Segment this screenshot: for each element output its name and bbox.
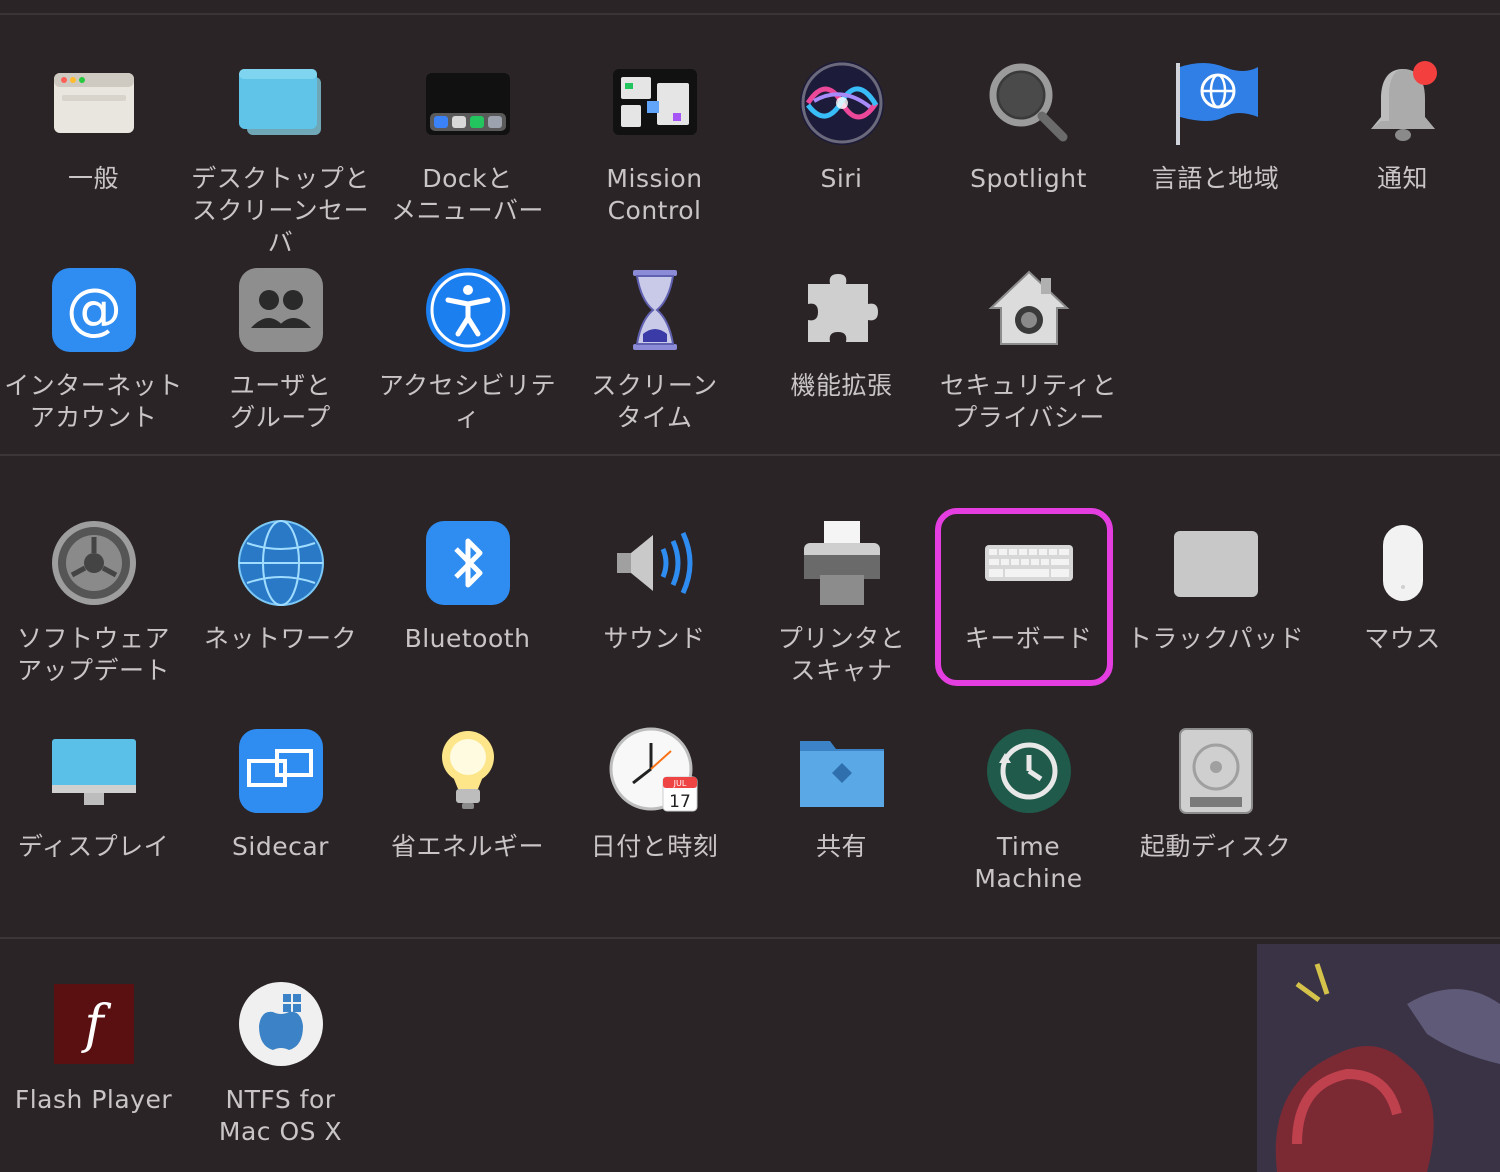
printer-icon: [794, 515, 890, 611]
pref-ntfs-for-mac[interactable]: NTFS for Mac OS X: [187, 976, 374, 1148]
house-lock-icon: [981, 262, 1077, 358]
desktop-screensaver-icon: [233, 55, 329, 151]
section-divider: [0, 937, 1500, 939]
pref-desktop-screensaver[interactable]: デスクトップと スクリーンセーバ: [187, 55, 374, 259]
pref-label: Flash Player: [14, 1085, 173, 1114]
bell-icon: [1355, 55, 1451, 151]
pref-sound[interactable]: サウンド: [561, 515, 748, 655]
pref-siri[interactable]: Siri: [748, 55, 935, 195]
pref-sidecar[interactable]: Sidecar: [187, 723, 374, 863]
pref-notifications[interactable]: 通知: [1309, 55, 1496, 195]
svg-text:17: 17: [669, 792, 691, 812]
pref-label: Bluetooth: [404, 624, 531, 653]
pref-screen-time[interactable]: スクリーン タイム: [561, 262, 748, 434]
pref-label: Sidecar: [232, 832, 329, 861]
users-icon: [233, 262, 329, 358]
pref-label: 日付と時刻: [590, 832, 719, 861]
speaker-icon: [607, 515, 703, 611]
pref-label: 省エネルギー: [390, 832, 544, 861]
display-icon: [46, 723, 142, 819]
time-machine-icon: [981, 723, 1077, 819]
pref-startup-disk[interactable]: 起動ディスク: [1122, 723, 1309, 863]
pref-software-update[interactable]: ソフトウェア アップデート: [0, 515, 187, 687]
sidecar-icon: [233, 723, 329, 819]
pref-general[interactable]: 一般: [0, 55, 187, 195]
network-globe-icon: [233, 515, 329, 611]
dock-icon: [420, 55, 516, 151]
pref-label: Dockと メニューバー: [391, 164, 544, 225]
pref-network[interactable]: ネットワーク: [187, 515, 374, 655]
pref-label: Siri: [820, 164, 863, 193]
bluetooth-icon: [420, 515, 516, 611]
trackpad-icon: [1168, 515, 1264, 611]
pref-label: 一般: [67, 164, 119, 193]
mission-control-icon: [607, 55, 703, 151]
pref-label: マウス: [1364, 624, 1441, 653]
pref-label: ソフトウェア アップデート: [16, 624, 170, 685]
ntfs-apple-icon: [233, 976, 329, 1072]
pref-time-machine[interactable]: Time Machine: [935, 723, 1122, 895]
pref-label: Spotlight: [970, 164, 1087, 193]
top-divider: [0, 13, 1500, 15]
pref-label: スクリーン タイム: [591, 371, 718, 432]
flag-globe-icon: [1168, 55, 1264, 151]
pref-sharing[interactable]: 共有: [748, 723, 935, 863]
pref-extensions[interactable]: 機能拡張: [748, 262, 935, 402]
pref-label: トラックパッド: [1126, 624, 1305, 653]
pref-printers-scanners[interactable]: プリンタと スキャナ: [748, 515, 935, 687]
at-sign-icon: @: [46, 262, 142, 358]
pref-label: デスクトップと スクリーンセーバ: [191, 164, 370, 257]
hourglass-icon: [607, 262, 703, 358]
pref-label: Time Machine: [974, 832, 1083, 893]
pref-label: Mission Control: [606, 164, 703, 225]
pref-label: インターネット アカウント: [4, 371, 183, 432]
clock-calendar-icon: JUL 17: [607, 723, 703, 819]
pref-label: プリンタと スキャナ: [777, 624, 906, 685]
pref-label: 通知: [1376, 164, 1428, 193]
pref-label: 言語と地域: [1151, 164, 1280, 193]
pref-spotlight[interactable]: Spotlight: [935, 55, 1122, 195]
gear-icon: [46, 515, 142, 611]
pref-users-groups[interactable]: ユーザと グループ: [187, 262, 374, 434]
pref-flash-player[interactable]: f Flash Player: [0, 976, 187, 1116]
pref-label: セキュリティと プライバシー: [939, 371, 1117, 432]
pref-trackpad[interactable]: トラックパッド: [1122, 515, 1309, 655]
pref-security-privacy[interactable]: セキュリティと プライバシー: [935, 262, 1122, 434]
siri-icon: [794, 55, 890, 151]
pref-label: 機能拡張: [790, 371, 893, 400]
lightbulb-icon: [420, 723, 516, 819]
decorative-apple-illustration: [1257, 944, 1500, 1172]
general-icon: [46, 55, 142, 151]
pref-label: NTFS for Mac OS X: [218, 1085, 343, 1146]
pref-energy-saver[interactable]: 省エネルギー: [374, 723, 561, 863]
pref-label: 共有: [815, 832, 867, 861]
pref-label: ネットワーク: [203, 624, 357, 653]
puzzle-icon: [794, 262, 890, 358]
pref-mission-control[interactable]: Mission Control: [561, 55, 748, 227]
keyboard-highlight-box: [935, 508, 1113, 686]
spotlight-icon: [981, 55, 1077, 151]
mouse-icon: [1355, 515, 1451, 611]
flash-player-icon: f: [46, 976, 142, 1072]
svg-text:@: @: [66, 277, 122, 342]
pref-date-time[interactable]: JUL 17 日付と時刻: [561, 723, 748, 863]
pref-accessibility[interactable]: アクセシビリティ: [374, 262, 561, 434]
pref-dock-menubar[interactable]: Dockと メニューバー: [374, 55, 561, 227]
pref-language-region[interactable]: 言語と地域: [1122, 55, 1309, 195]
svg-text:JUL: JUL: [672, 779, 686, 788]
section-divider: [0, 454, 1500, 456]
accessibility-icon: [420, 262, 516, 358]
shared-folder-icon: [794, 723, 890, 819]
pref-internet-accounts[interactable]: @ インターネット アカウント: [0, 262, 187, 434]
pref-label: アクセシビリティ: [378, 371, 557, 432]
hard-disk-icon: [1168, 723, 1264, 819]
pref-bluetooth[interactable]: Bluetooth: [374, 515, 561, 655]
pref-displays[interactable]: ディスプレイ: [0, 723, 187, 863]
pref-label: 起動ディスク: [1139, 832, 1292, 861]
pref-mouse[interactable]: マウス: [1309, 515, 1496, 655]
pref-label: ユーザと グループ: [229, 371, 332, 432]
pref-label: ディスプレイ: [17, 832, 170, 861]
pref-label: サウンド: [603, 624, 706, 653]
